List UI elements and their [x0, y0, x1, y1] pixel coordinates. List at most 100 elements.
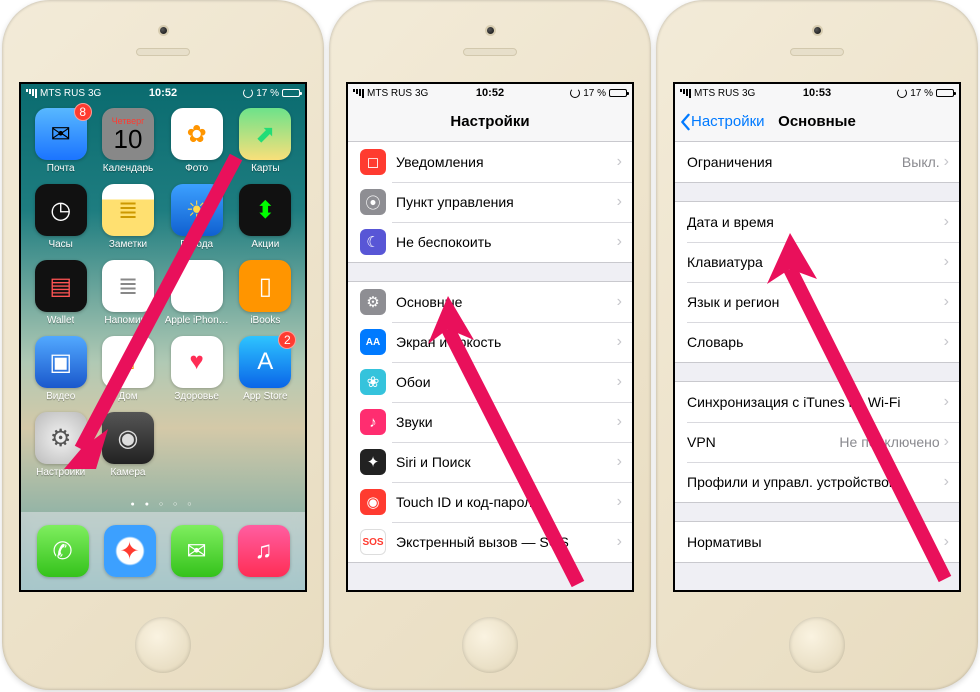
app-calendar[interactable]: Четверг10Календарь — [97, 108, 158, 174]
general-row[interactable]: VPNНе подключено› — [675, 422, 959, 462]
phone-frame-2: MTS RUS 3G 10:52 17 % Настройки ◻Уведомл… — [329, 0, 651, 690]
general-row[interactable]: Дата и время› — [675, 202, 959, 242]
settings-list[interactable]: ◻Уведомления›⦿Пункт управления›☾Не беспо… — [348, 142, 632, 590]
settings-row[interactable]: ◻ Уведомления› — [348, 142, 632, 182]
general-group: Дата и время›Клавиатура›Язык и регион›Сл… — [675, 201, 959, 363]
app-videos[interactable]: ▣Видео — [30, 336, 91, 402]
row-icon: ◉ — [360, 489, 386, 515]
calendar-icon: Четверг10 — [102, 108, 154, 160]
general-row[interactable]: Язык и регион› — [675, 282, 959, 322]
app-mail[interactable]: ✉8Почта — [30, 108, 91, 174]
settings-row[interactable]: ⦿Пункт управления› — [348, 182, 632, 222]
chevron-right-icon: › — [617, 413, 622, 431]
app-notes[interactable]: ≣Заметки — [97, 184, 158, 250]
nav-title: Настройки — [348, 113, 632, 130]
row-icon: ✦ — [360, 449, 386, 475]
phone-frame-1: MTS RUS 3G 10:52 17 % ✉8ПочтаЧетверг10Ка… — [2, 0, 324, 690]
app-health[interactable]: ♥Здоровье — [165, 336, 229, 402]
phone-frame-3: MTS RUS 3G 10:53 17 % Настройки Основные… — [656, 0, 978, 690]
app-stocks[interactable]: ⬍Акции — [235, 184, 296, 250]
chevron-right-icon: › — [617, 533, 622, 551]
chevron-right-icon: › — [944, 333, 949, 351]
general-row[interactable]: Нормативы› — [675, 522, 959, 562]
app-clock[interactable]: ◷Часы — [30, 184, 91, 250]
app-apple-iphone[interactable]: Apple iPhon… — [165, 260, 229, 326]
app-appstore[interactable]: A2App Store — [235, 336, 296, 402]
row-label: Звуки — [396, 414, 617, 430]
app-phone[interactable]: ✆ — [37, 525, 89, 577]
apple-iphone-icon — [171, 260, 223, 312]
battery-icon — [282, 89, 300, 97]
home-button[interactable] — [789, 617, 845, 673]
app-label: Фото — [185, 163, 208, 174]
app-camera[interactable]: ◉Камера — [97, 412, 158, 478]
app-wallet[interactable]: ▤Wallet — [30, 260, 91, 326]
settings-row[interactable]: ⚙Основные› — [348, 282, 632, 322]
settings-row[interactable]: AAЭкран и яркость› — [348, 322, 632, 362]
chevron-right-icon: › — [944, 293, 949, 311]
general-group: Нормативы› — [675, 521, 959, 563]
app-settings[interactable]: ⚙Настройки — [30, 412, 91, 478]
badge: 8 — [74, 103, 92, 121]
app-maps[interactable]: ⬈ Карты — [235, 108, 296, 174]
app-music[interactable]: ♫ — [238, 525, 290, 577]
row-label: Дата и время — [687, 214, 944, 230]
maps-icon: ⬈ — [239, 108, 291, 160]
chevron-right-icon: › — [617, 153, 622, 171]
general-group: ОграниченияВыкл.› — [675, 142, 959, 183]
settings-row[interactable]: ◉Touch ID и код-пароль› — [348, 482, 632, 522]
settings-row[interactable]: ✦Siri и Поиск› — [348, 442, 632, 482]
general-row[interactable]: Клавиатура› — [675, 242, 959, 282]
row-label: Не беспокоить — [396, 234, 617, 250]
general-row[interactable]: Словарь› — [675, 322, 959, 362]
chevron-right-icon: › — [944, 473, 949, 491]
app-messages[interactable]: ✉ — [171, 525, 223, 577]
general-row[interactable]: Профили и управл. устройством› — [675, 462, 959, 502]
row-label: Синхронизация с iTunes по Wi-Fi — [687, 394, 944, 410]
app-label: Дом — [118, 391, 137, 402]
general-row[interactable]: ОграниченияВыкл.› — [675, 142, 959, 182]
app-weather[interactable]: ☀Погода — [165, 184, 229, 250]
app-photos[interactable]: ✿Фото — [165, 108, 229, 174]
chevron-right-icon: › — [944, 153, 949, 171]
home-app-icon: ⌂ — [102, 336, 154, 388]
app-label: Напомина — [104, 315, 151, 326]
clock-icon: ◷ — [35, 184, 87, 236]
row-detail: Выкл. — [902, 154, 940, 170]
row-icon: ⦿ — [360, 189, 386, 215]
row-label: VPN — [687, 434, 839, 450]
app-grid: ✉8ПочтаЧетверг10Календарь✿Фото⬈ Карты ◷Час… — [30, 108, 296, 478]
row-label: Язык и регион — [687, 294, 944, 310]
row-label: Уведомления — [396, 154, 617, 170]
row-icon: ◻ — [360, 149, 386, 175]
row-icon: ⚙ — [360, 289, 386, 315]
speaker — [463, 48, 517, 56]
app-reminders[interactable]: ≣Напомина — [97, 260, 158, 326]
home-button[interactable] — [135, 617, 191, 673]
settings-row[interactable]: ❀Обои› — [348, 362, 632, 402]
row-label: Обои — [396, 374, 617, 390]
general-list[interactable]: ОграниченияВыкл.›Дата и время›Клавиатура… — [675, 142, 959, 590]
home-button[interactable] — [462, 617, 518, 673]
app-home-app[interactable]: ⌂ Дом — [97, 336, 158, 402]
app-ibooks[interactable]: ▯iBooks — [235, 260, 296, 326]
row-label: Словарь — [687, 334, 944, 350]
row-label: Основные — [396, 294, 617, 310]
settings-group: ◻ Уведомления› ⦿Пункт управления› ☾ Не беспо… — [348, 142, 632, 263]
status-bar: MTS RUS 3G 10:53 17 % — [675, 84, 959, 102]
chevron-right-icon: › — [617, 333, 622, 351]
settings-row[interactable]: ☾Не беспокоить› — [348, 222, 632, 262]
front-camera — [485, 25, 496, 36]
general-row[interactable]: Синхронизация с iTunes по Wi-Fi› — [675, 382, 959, 422]
nav-bar: Настройки — [348, 102, 632, 142]
nav-back-button[interactable]: Настройки — [675, 113, 765, 131]
app-label: Карты — [251, 163, 280, 174]
row-icon: ☾ — [360, 229, 386, 255]
chevron-right-icon: › — [617, 493, 622, 511]
settings-group: ⚙Основные›AAЭкран и яркость›❀Обои›♪Звуки… — [348, 281, 632, 563]
settings-row[interactable]: SOSЭкстренный вызов — SOS› — [348, 522, 632, 562]
speaker — [136, 48, 190, 56]
settings-row[interactable]: ♪Звуки› — [348, 402, 632, 442]
page-indicator[interactable]: ● ● ○ ○ ○ — [21, 501, 305, 508]
app-safari[interactable]: ✦ — [104, 525, 156, 577]
